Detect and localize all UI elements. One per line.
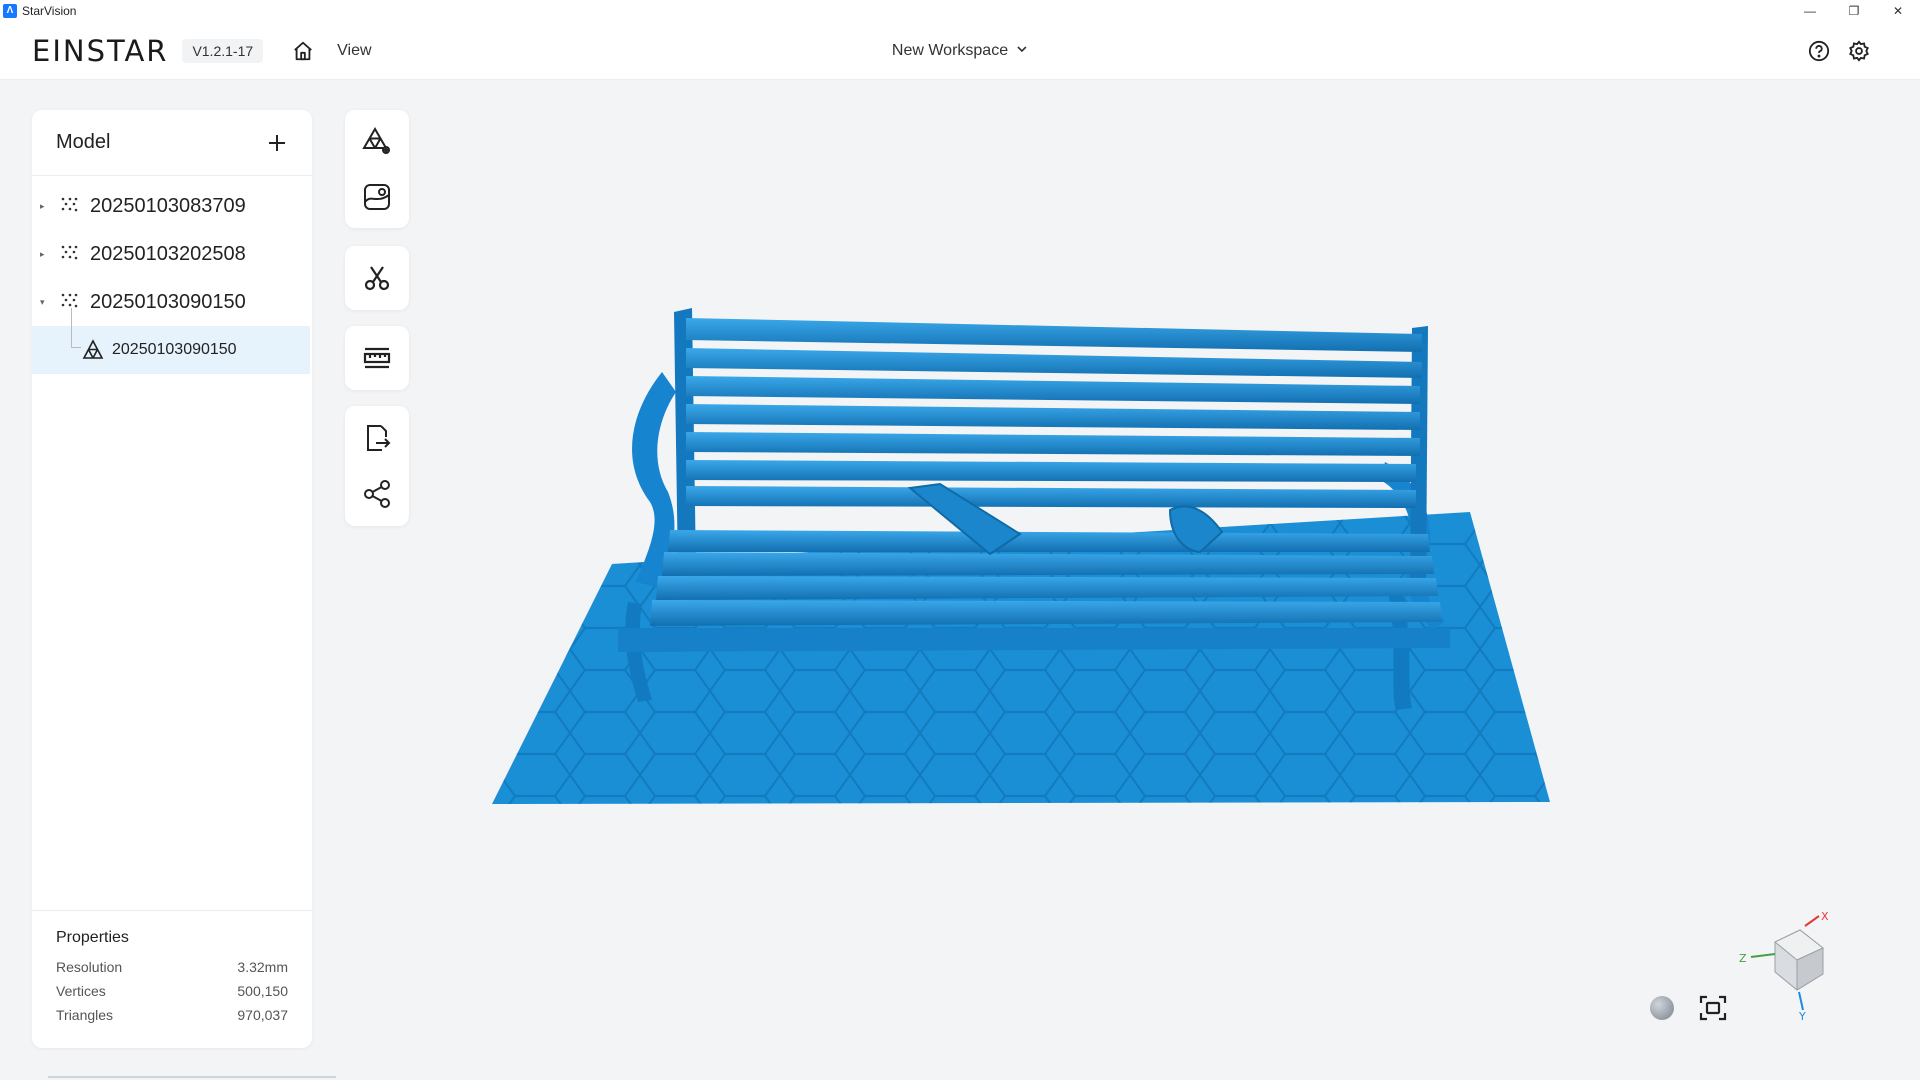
app-logo-icon: Λ [3, 4, 17, 18]
tree-connector-line [71, 308, 81, 348]
axis-label-z: Z [1739, 952, 1747, 965]
help-icon[interactable] [1808, 40, 1830, 62]
mesh-settings-icon[interactable] [360, 124, 394, 158]
tree-item-label: 20250103083709 [90, 194, 246, 217]
expand-caret-icon[interactable]: ▸ [40, 249, 52, 260]
window-titlebar: Λ StarVision — ❐ ✕ [0, 0, 1920, 22]
share-icon[interactable] [360, 477, 394, 511]
point-cloud-icon [60, 196, 80, 216]
property-label: Vertices [56, 983, 106, 999]
home-icon[interactable] [291, 39, 315, 63]
property-value: 970,037 [237, 1007, 288, 1023]
window-title: StarVision [22, 4, 77, 18]
minimize-button[interactable]: — [1788, 0, 1832, 22]
property-label: Resolution [56, 959, 123, 975]
properties-section: Properties Resolution 3.32mm Vertices 50… [32, 910, 312, 1048]
toolbar-group-mesh [345, 110, 409, 228]
tree-item[interactable]: ▸ 20250103202508 [32, 230, 312, 278]
model-panel-title: Model [56, 131, 111, 153]
tree-item-label: 20250103202508 [90, 242, 246, 265]
model-tree: ▸ 20250103083709 ▸ 20250103202508 ▾ 2025… [32, 176, 312, 374]
model-panel-header: Model [32, 110, 312, 176]
render-mode-sphere-icon[interactable] [1650, 996, 1674, 1020]
property-row: Triangles 970,037 [56, 1003, 288, 1027]
workspace-selector[interactable]: New Workspace [892, 42, 1028, 60]
toolbar-group-output [345, 406, 409, 526]
collapse-caret-icon[interactable]: ▾ [40, 297, 52, 308]
toolbar-group-edit [345, 246, 409, 310]
window-controls: — ❐ ✕ [1788, 0, 1920, 22]
property-row: Resolution 3.32mm [56, 955, 288, 979]
cut-icon[interactable] [360, 261, 394, 295]
point-cloud-icon [60, 244, 80, 264]
scanned-bench-model [492, 308, 1550, 804]
measure-icon[interactable] [360, 341, 394, 375]
model-panel: Model ▸ 20250103083709 ▸ 20250103202508 … [32, 110, 312, 1048]
tree-child-label: 20250103090150 [112, 341, 237, 358]
version-badge: V1.2.1-17 [182, 38, 264, 63]
expand-caret-icon[interactable]: ▸ [40, 201, 52, 212]
restore-button[interactable]: ❐ [1832, 0, 1876, 22]
axis-label-x: X [1821, 912, 1829, 923]
add-model-button[interactable] [266, 132, 288, 154]
workspace-label: New Workspace [891, 41, 1009, 59]
3d-viewport[interactable] [430, 82, 1920, 1078]
texture-icon[interactable] [360, 180, 394, 214]
chevron-down-icon [1016, 42, 1028, 60]
export-icon[interactable] [360, 421, 394, 455]
panel-scrollbar[interactable] [48, 1076, 336, 1078]
settings-icon[interactable] [1848, 39, 1870, 62]
property-value: 3.32mm [237, 959, 288, 975]
axis-label-y: Y [1798, 1010, 1806, 1022]
view-menu[interactable]: View [337, 42, 371, 60]
mesh-icon [82, 339, 104, 361]
property-row: Vertices 500,150 [56, 979, 288, 1003]
brand-logo: EINSTAR [32, 33, 169, 68]
property-label: Triangles [56, 1007, 114, 1023]
app-header: EINSTAR V1.2.1-17 View New Workspace [0, 22, 1920, 80]
toolbar-group-measure [345, 326, 409, 390]
properties-title: Properties [56, 929, 129, 946]
fit-view-icon[interactable] [1698, 993, 1728, 1023]
tree-child-item-selected[interactable]: 20250103090150 [32, 308, 310, 374]
viewport-controls [1650, 993, 1728, 1023]
tree-item[interactable]: ▸ 20250103083709 [32, 182, 312, 230]
tree-item-label: 20250103090150 [90, 290, 246, 313]
close-button[interactable]: ✕ [1876, 0, 1920, 22]
property-value: 500,150 [237, 983, 288, 999]
view-cube[interactable]: Z X Y [1735, 910, 1835, 1023]
